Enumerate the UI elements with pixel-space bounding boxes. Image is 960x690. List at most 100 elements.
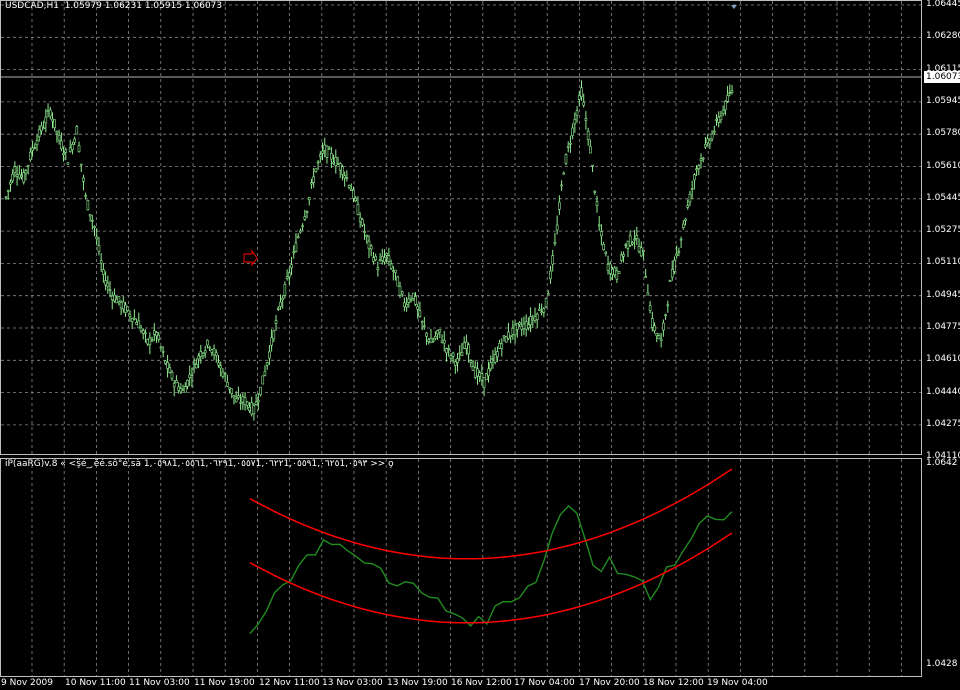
candle-body	[197, 355, 200, 360]
candle-body	[321, 150, 324, 154]
candle-body	[115, 298, 118, 304]
candle-body	[146, 339, 149, 345]
candle-body	[699, 158, 703, 161]
candle-body	[365, 235, 369, 237]
time-tick-label: 17 Nov 20:00	[579, 678, 640, 688]
candle-body	[42, 127, 45, 130]
candle-body	[564, 154, 568, 164]
candle-body	[374, 256, 377, 261]
candle-body	[199, 351, 203, 358]
time-tick-label: 13 Nov 03:00	[322, 678, 383, 688]
candle-body	[664, 314, 667, 317]
candle-body	[617, 271, 621, 274]
candle-body	[706, 138, 709, 144]
candle-body	[566, 145, 570, 148]
candle-body	[66, 162, 70, 165]
candle-body	[684, 218, 687, 221]
candle-body	[254, 401, 258, 405]
candle-body	[358, 217, 362, 222]
candle-body	[73, 138, 76, 143]
candle-body	[341, 166, 344, 175]
candle-body	[26, 165, 30, 167]
price-tick-label: 1.05445	[926, 192, 960, 203]
candle-body	[106, 282, 110, 287]
candle-body	[77, 145, 81, 152]
candle-body	[234, 398, 238, 403]
price-chart-pane[interactable]: USDCAD,H1 1.05979 1.06231 1.05915 1.0607…	[0, 0, 922, 455]
candle-body	[620, 254, 623, 261]
candle-body	[518, 322, 521, 325]
candle-body	[84, 194, 87, 197]
price-tick-label: 1.05275	[926, 225, 960, 236]
candle-body	[285, 276, 289, 279]
candle-body	[208, 346, 211, 349]
price-tick-label: 1.06445	[926, 0, 960, 9]
candle-body	[13, 166, 17, 173]
candle-body	[573, 119, 577, 125]
candle-body	[11, 173, 14, 182]
candle-body	[458, 352, 462, 355]
chart-shift-marker-icon	[731, 5, 737, 9]
indicator-canvas[interactable]	[0, 458, 922, 677]
candle-body	[343, 175, 346, 179]
price-chart-canvas[interactable]	[0, 0, 922, 455]
candle-body	[195, 364, 198, 369]
candle-body	[117, 296, 121, 302]
candle-body	[389, 263, 393, 269]
candle-body	[168, 367, 172, 373]
candle-body	[445, 348, 448, 354]
candle-body	[141, 330, 145, 334]
candle-body	[166, 361, 169, 369]
candle-body	[290, 264, 293, 269]
time-tick-label: 18 Nov 12:00	[643, 678, 704, 688]
candle-body	[471, 366, 475, 371]
indicator-pane[interactable]: iP(aaRG)v.8 « <ş̈é_ ̧ëé.sô°é.sà 1,٠٥٩٨1,…	[0, 458, 922, 677]
candle-body	[522, 323, 526, 329]
candle-body	[161, 350, 165, 353]
candle-body	[314, 168, 318, 172]
candle-body	[299, 230, 302, 233]
candle-body	[467, 344, 470, 355]
candle-body	[690, 188, 694, 190]
candle-body	[385, 253, 389, 256]
price-tick-label: 1.05780	[926, 128, 960, 139]
candle-body	[137, 320, 141, 329]
candle-body	[369, 245, 373, 250]
candle-body	[228, 387, 231, 390]
candle-body	[126, 306, 130, 311]
candle-body	[460, 352, 464, 357]
candle-body	[281, 297, 284, 301]
candle-body	[95, 236, 99, 240]
candle-body	[606, 263, 610, 271]
price-tick-label: 1.05945	[926, 95, 960, 106]
candle-body	[259, 386, 262, 395]
price-tick-label: 1.04945	[926, 289, 960, 300]
candle-body	[188, 374, 192, 378]
candle-body	[577, 95, 581, 100]
candle-body	[673, 260, 676, 272]
candle-body	[376, 267, 380, 270]
price-tick-label: 1.05110	[926, 257, 960, 268]
candle-body	[527, 324, 530, 329]
candle-body	[659, 338, 663, 342]
candle-body	[349, 188, 353, 191]
candle-body	[489, 362, 493, 370]
candle-body	[24, 170, 28, 174]
candle-body	[354, 197, 358, 202]
candle-body	[480, 373, 484, 381]
candle-body	[555, 224, 559, 231]
candle-body	[416, 306, 419, 310]
candle-body	[662, 322, 665, 331]
candle-body	[332, 162, 335, 164]
candle-body	[540, 311, 543, 314]
time-tick-label: 10 Nov 11:00	[65, 678, 126, 688]
candle-body	[241, 396, 245, 403]
candle-body	[334, 157, 338, 167]
candle-body	[252, 405, 256, 415]
candle-body	[431, 339, 435, 342]
candle-body	[86, 200, 90, 211]
candle-body	[500, 343, 504, 349]
candle-body	[53, 119, 56, 129]
candle-body	[60, 140, 63, 150]
candle-body	[330, 152, 333, 160]
